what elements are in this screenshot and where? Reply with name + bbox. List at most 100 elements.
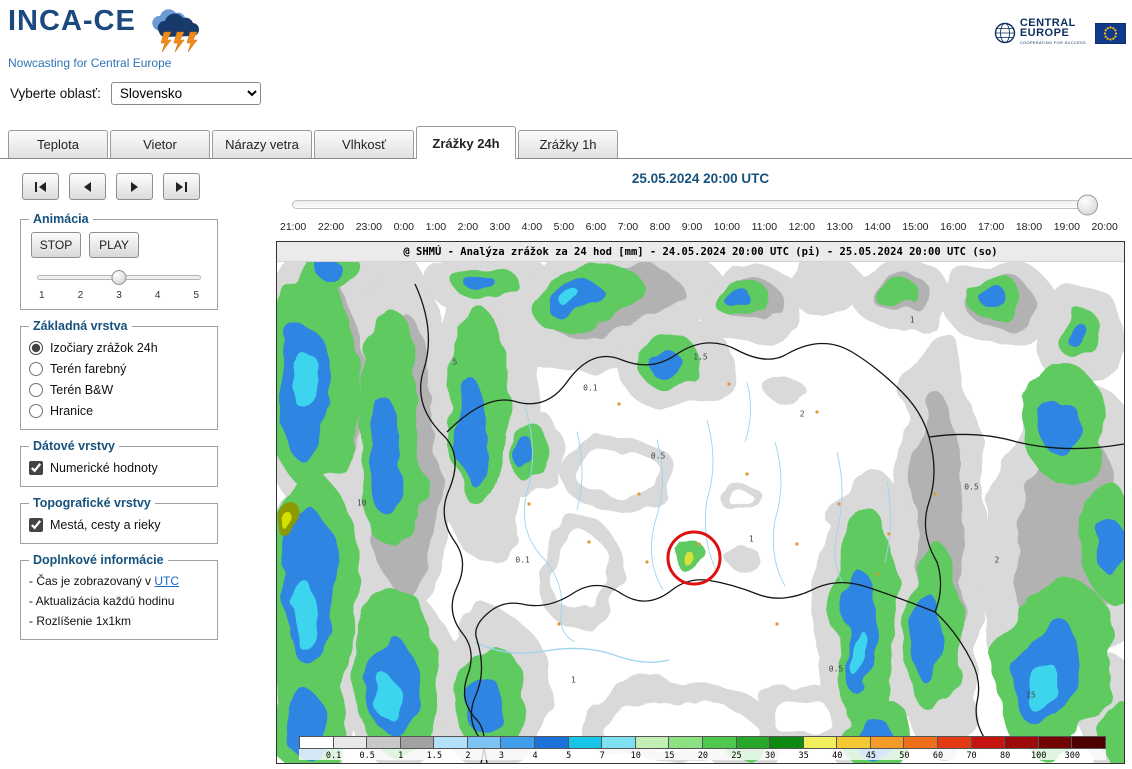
info-line-time: - Čas je zobrazovaný v UTC [29,571,209,591]
time-tick: 10:00 [714,221,740,233]
colorbar-segment: 35 [804,737,838,748]
tab[interactable]: Teplota [8,130,108,158]
colorbar-segment-label: 10 [631,751,641,761]
topo-layers-legend: Topografické vrstvy [29,496,155,510]
time-tick: 8:00 [650,221,670,233]
colorbar-segment-label: 15 [664,751,674,761]
colorbar-segment: 0.1 [334,737,368,748]
map-image [277,242,1124,763]
colorbar-segment: 2 [468,737,502,748]
speed-tick: 2 [78,290,84,301]
page-header: INCA-CE Nowcasting for Central Europe [0,0,1132,66]
info-line-resolution: - Rozlíšenie 1x1km [29,611,209,631]
tab[interactable]: Nárazy vetra [212,130,312,158]
colorbar-segment: 60 [938,737,972,748]
data-layer-option-label: Numerické hodnoty [50,461,158,475]
info-line-time-text: - Čas je zobrazovaný v [29,574,154,588]
stop-button[interactable]: STOP [31,232,81,258]
colorbar-segment-label: 20 [698,751,708,761]
next-frame-button[interactable] [116,173,153,200]
topo-layer-checkbox[interactable] [29,518,43,532]
ce-logo-tagline: COOPERATING FOR SUCCESS [1020,38,1086,48]
speed-tick: 4 [155,290,161,301]
speed-slider[interactable] [37,270,201,286]
base-layer-option[interactable]: Terén B&W [29,379,209,400]
time-tick: 22:00 [318,221,344,233]
app-title: INCA-CE [8,6,136,36]
region-select[interactable]: Slovensko [111,82,261,105]
eu-flag [1095,23,1126,44]
time-tick: 9:00 [682,221,702,233]
colorbar-segment: 30 [770,737,804,748]
time-tick: 5:00 [554,221,574,233]
colorbar-segment-label: 4 [532,751,537,761]
base-layer-radio[interactable] [29,383,43,397]
first-frame-button[interactable] [22,173,59,200]
colorbar-segment-label: 80 [1000,751,1010,761]
colorbar-segment: 3 [501,737,535,748]
prev-frame-button[interactable] [69,173,106,200]
sidebar: Animácia STOP PLAY 12345 Základná vrstva… [8,171,220,764]
speed-slider-handle[interactable] [112,270,127,285]
current-timestamp: 25.05.2024 20:00 UTC [276,171,1125,186]
tab[interactable]: Vlhkosť [314,130,414,158]
colorbar-segment: 15 [669,737,703,748]
time-slider[interactable] [292,200,1088,209]
time-tick: 7:00 [618,221,638,233]
time-tick: 18:00 [1016,221,1042,233]
storm-cloud-icon [144,6,208,54]
time-tick: 14:00 [864,221,890,233]
time-tick: 6:00 [586,221,606,233]
base-layer-option[interactable]: Terén farebný [29,358,209,379]
base-layer-option-label: Hranice [50,404,93,418]
colorbar-segment-label: 1 [398,751,403,761]
time-tick-row: 21:0022:0023:000:001:002:003:004:005:006… [280,221,1118,233]
utc-link[interactable]: UTC [154,574,179,588]
play-button[interactable]: PLAY [89,232,139,258]
frame-nav-buttons [22,173,220,200]
tab[interactable]: Zrážky 24h [416,126,516,159]
tab[interactable]: Zrážky 1h [518,130,618,158]
colorbar-segment-label: 45 [866,751,876,761]
base-layer-option-label: Izočiary zrážok 24h [50,341,158,355]
map-title: @ SHMÚ - Analýza zrážok za 24 hod [mm] -… [277,242,1124,262]
base-layer-option[interactable]: Izočiary zrážok 24h [29,337,209,358]
base-layer-radio[interactable] [29,404,43,418]
colorbar-segment-label: 30 [765,751,775,761]
next-icon [128,181,141,193]
time-tick: 4:00 [522,221,542,233]
time-slider-handle[interactable] [1077,194,1098,215]
colorbar-segment-label: 300 [1065,751,1080,761]
base-layer-radio[interactable] [29,341,43,355]
colorbar-segment-label: 1.5 [427,751,442,761]
tab[interactable]: Vietor [110,130,210,158]
time-tick: 1:00 [426,221,446,233]
data-layer-checkbox[interactable] [29,461,43,475]
time-tick: 21:00 [280,221,306,233]
topo-layer-option[interactable]: Mestá, cesty a rieky [29,514,209,535]
base-layer-radio[interactable] [29,362,43,376]
info-legend: Doplnkové informácie [29,553,168,567]
colorbar-segments: 0.1 0.5 1 1.5 2 3 4 5 [299,736,1106,749]
time-tick: 12:00 [789,221,815,233]
last-frame-button[interactable] [163,173,200,200]
time-tick: 0:00 [394,221,414,233]
info-panel: Doplnkové informácie - Čas je zobrazovan… [20,553,218,640]
region-label: Vyberte oblasť: [10,86,101,101]
data-layers-legend: Dátové vrstvy [29,439,119,453]
brand: INCA-CE Nowcasting for Central Europe [8,6,208,70]
globe-icon [994,22,1016,44]
colorbar: 0.1 0.5 1 1.5 2 3 4 5 [299,736,1106,760]
colorbar-segment: 25 [737,737,771,748]
colorbar-segment: 0.5 [367,737,401,748]
base-layer-option[interactable]: Hranice [29,400,209,421]
central-europe-logo: CENTRAL EUROPE COOPERATING FOR SUCCESS [994,18,1086,48]
data-layer-option[interactable]: Numerické hodnoty [29,457,209,478]
speed-tick: 3 [116,290,122,301]
tab-bar: TeplotaVietorNárazy vetraVlhkosťZrážky 2… [0,125,1132,159]
colorbar-segment-label: 0.5 [359,751,374,761]
colorbar-segment: 45 [871,737,905,748]
data-layers-panel: Dátové vrstvy Numerické hodnoty [20,439,218,487]
colorbar-segment-label: 50 [899,751,909,761]
time-tick: 15:00 [902,221,928,233]
